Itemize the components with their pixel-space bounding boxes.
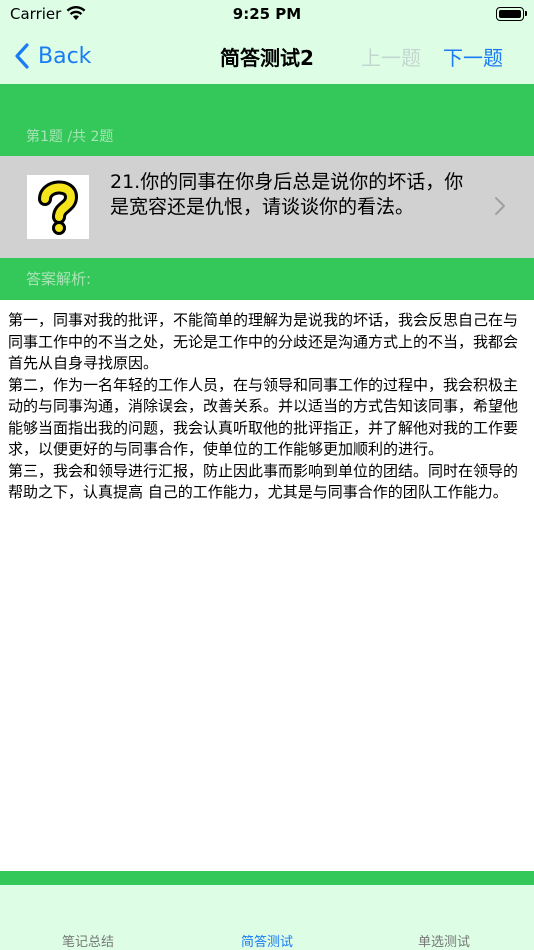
battery-icon <box>496 7 527 21</box>
question-row[interactable]: 21.你的同事在你身后总是说你的坏话，你是宽容还是仇恨，请谈谈你的看法。 <box>0 156 534 258</box>
next-question-button[interactable]: 下一题 <box>443 42 503 71</box>
status-time: 9:25 PM <box>232 5 302 23</box>
status-bar: Carrier 9:25 PM <box>0 0 534 30</box>
question-mark-icon <box>27 175 89 239</box>
chevron-right-icon <box>495 197 505 215</box>
tab-notes-summary[interactable]: 笔记总结 <box>28 931 148 950</box>
tab-single-choice-test[interactable]: 单选测试 <box>384 931 504 950</box>
answer-header-band: 答案解析: <box>0 258 534 300</box>
navigation-bar: Back 简答测试2 上一题 下一题 <box>0 30 534 84</box>
answer-text: 第一，同事对我的批评，不能简单的理解为是说我的坏话，我会反思自己在与同事工作中的… <box>8 311 519 501</box>
tab-bar: 笔记总结 简答测试 单选测试 <box>0 885 534 950</box>
previous-question-button[interactable]: 上一题 <box>361 42 421 71</box>
answer-label: 答案解析: <box>26 270 92 288</box>
question-text: 21.你的同事在你身后总是说你的坏话，你是宽容还是仇恨，请谈谈你的看法。 <box>110 171 464 218</box>
tab-short-answer-test[interactable]: 简答测试 <box>207 931 327 950</box>
question-counter: 第1题 /共 2题 <box>26 129 114 145</box>
bottom-band <box>0 871 534 885</box>
